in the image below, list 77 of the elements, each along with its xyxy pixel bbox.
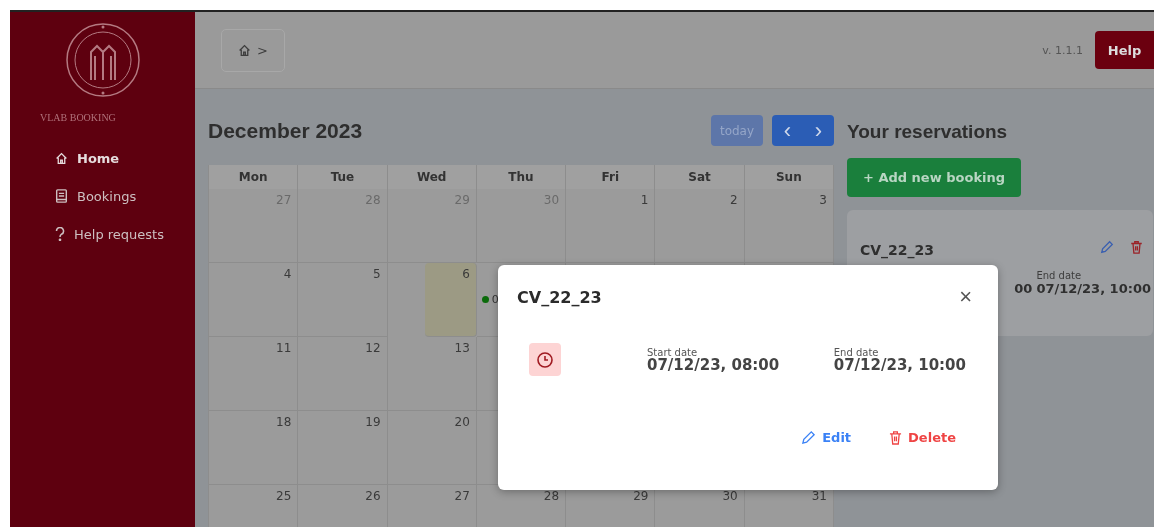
day-cell[interactable]: 11 [209,337,299,411]
question-icon [55,227,65,241]
day-number: 30 [722,489,738,503]
day-number: 5 [372,267,381,281]
day-number: 25 [276,489,292,503]
weekday-header: Mon [209,165,299,189]
add-booking-button[interactable]: + Add new booking [847,158,1022,197]
end-date-value: 07/12/23, 10:00 [833,358,966,372]
day-number: 31 [811,489,827,503]
trash-icon [1130,240,1143,254]
weekday-header: Tue [298,165,388,189]
start-date-label: Start date [647,347,699,358]
day-number: 27 [454,489,470,503]
help-button[interactable]: Help [1095,31,1154,69]
app-brand-name: VLAB BOOKING [40,112,117,123]
day-number: 2 [730,193,738,207]
start-date-value: 00 [1014,281,1033,296]
day-cell[interactable]: 1 [566,189,656,263]
day-number: 19 [365,415,381,429]
day-number: 6 [462,267,470,281]
end-date-label: End date [833,347,880,358]
day-number: 1 [640,193,649,207]
day-number: 29 [633,489,649,503]
edit-button[interactable]: Edit [801,430,852,445]
book-icon [55,189,68,203]
day-cell[interactable]: 2 [655,189,745,263]
trash-icon [889,430,903,445]
day-cell[interactable]: 25 [209,485,299,527]
day-cell[interactable]: 13 [387,337,477,411]
weekday-header: Wed [387,165,477,189]
modal-title: CV_22_23 [517,287,602,307]
pencil-icon [801,430,817,445]
day-number: 3 [819,193,827,207]
day-number: 26 [365,489,381,503]
home-icon [55,151,68,165]
weekday-header: Fri [566,165,656,189]
pencil-icon [1100,240,1114,254]
day-number: 13 [454,341,470,355]
end-date-label: End date [1036,270,1083,281]
clock-icon [529,343,561,376]
weekday-header: Sat [655,165,745,189]
home-icon [238,43,252,57]
day-cell[interactable]: 4 [209,263,299,337]
reservations-title: Your reservations [847,120,1009,144]
day-cell[interactable]: 3 [744,189,834,263]
close-button[interactable]: × [955,287,976,307]
end-date-value: 07/12/23, 10:00 [1036,281,1151,296]
delete-button[interactable]: Delete [889,430,956,445]
weekday-header: Sun [744,165,834,189]
day-number: 11 [276,341,292,355]
start-date-value: 07/12/23, 08:00 [647,358,780,372]
month-title: December 2023 [208,118,363,143]
event-label[interactable]: 0 [491,293,499,306]
day-cell[interactable]: 26 [298,485,388,527]
day-number: 18 [276,415,292,429]
event-dot [481,296,489,303]
day-cell[interactable]: 12 [298,337,388,411]
day-cell[interactable]: 27 [387,485,477,527]
day-number: 4 [283,267,292,281]
day-cell[interactable]: 18 [209,411,299,485]
day-number: 28 [543,489,560,503]
day-number: 20 [454,415,470,429]
weekday-header: Thu [476,165,567,189]
day-cell[interactable]: 20 [387,411,477,485]
reservation-name: CV_22_23 [860,242,935,258]
breadcrumb-separator: > [257,42,268,58]
version-label: v. 1.1.1 [1042,43,1083,57]
day-cell[interactable]: 19 [298,411,388,485]
nav-item[interactable]: Help requests [10,215,195,253]
day-number: 12 [365,341,381,355]
nav-item[interactable]: Bookings [10,177,195,215]
previous-month-button[interactable]: ‹ [772,115,803,146]
nav-item[interactable]: Home [10,139,195,177]
day-cell[interactable]: 5 [298,263,388,337]
day-cell[interactable]: 6 [424,263,477,337]
breadcrumb[interactable]: > [221,28,285,72]
next-month-button[interactable]: › [803,115,834,146]
